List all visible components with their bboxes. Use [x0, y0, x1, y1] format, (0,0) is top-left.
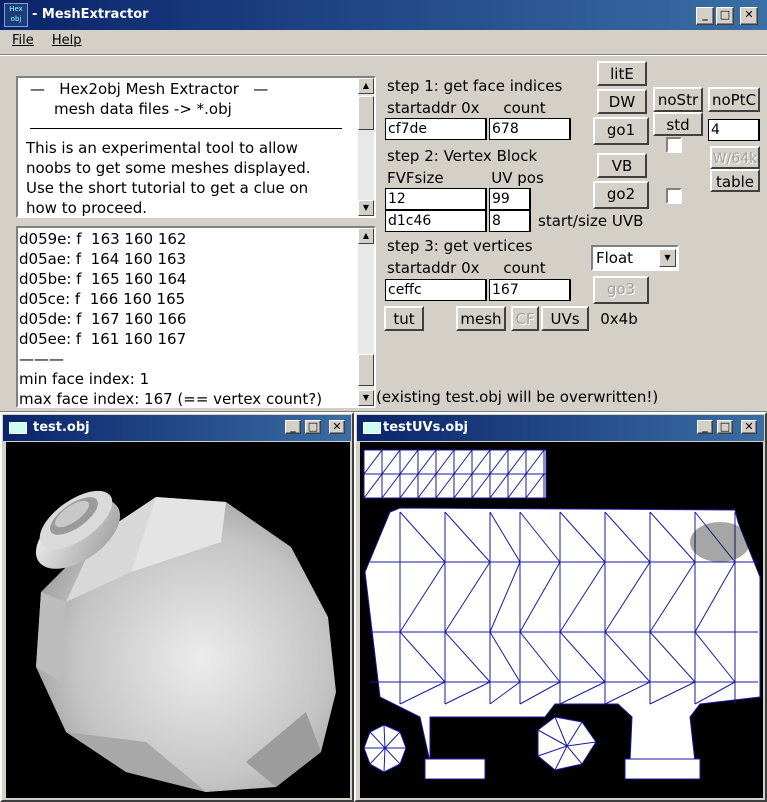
step1-labels: startaddr 0x count — [386, 98, 586, 118]
log-line: d05ee: f 161 160 167 — [19, 330, 187, 348]
window-title: - MeshExtractor — [32, 7, 149, 22]
std-value-input[interactable]: 4 — [708, 119, 760, 141]
info-line-3: This is an experimental tool to allow — [26, 139, 298, 157]
vb-button[interactable]: VB — [597, 153, 647, 178]
uvb-size-input[interactable]: 8 — [489, 210, 531, 232]
log-line: min face index: 1 — [19, 370, 150, 388]
mesh-button[interactable]: mesh — [456, 306, 506, 331]
log-textbox[interactable]: d059e: f 163 160 162 d05ae: f 164 160 16… — [16, 226, 376, 408]
uvb-start-input[interactable]: d1c46 — [385, 210, 487, 232]
info-divider — [30, 128, 342, 129]
scroll-down-icon[interactable]: ▼ — [358, 200, 374, 216]
cf-button[interactable]: CF — [511, 306, 539, 331]
log-line: d05be: f 165 160 164 — [19, 270, 187, 288]
chevron-down-icon[interactable]: ▼ — [659, 249, 676, 267]
go1-button[interactable]: go1 — [593, 117, 649, 145]
step2-labels: FVFsize UV pos — [386, 168, 586, 188]
step3-labels: startaddr 0x count — [386, 258, 586, 278]
info-scrollbar[interactable]: ▲ ▼ — [358, 78, 374, 216]
obj-window: test.obj _ □ ✕ — [0, 412, 354, 802]
scroll-thumb[interactable] — [358, 354, 374, 386]
close-button[interactable]: ✕ — [740, 7, 758, 25]
scroll-down-icon[interactable]: ▼ — [358, 390, 374, 406]
minimize-button[interactable]: _ — [696, 7, 714, 25]
info-line-4: noobs to get some meshes displayed. — [26, 159, 311, 177]
uvpos-input[interactable]: 99 — [489, 188, 531, 210]
log-line: ——— — [19, 350, 64, 368]
close-button[interactable]: ✕ — [741, 420, 757, 434]
scroll-up-icon[interactable]: ▲ — [358, 78, 374, 94]
info-textbox[interactable]: — Hex2obj Mesh Extractor — mesh data fil… — [16, 76, 376, 218]
w64k-button[interactable]: W/64k — [710, 146, 760, 169]
fvfsize-input[interactable]: 12 — [385, 188, 487, 210]
uv-window-title: testUVs.obj — [383, 420, 468, 435]
scroll-thumb[interactable] — [358, 96, 374, 130]
menu-separator — [0, 54, 767, 56]
overwrite-warning: (existing test.obj will be overwritten!) — [376, 387, 669, 407]
noptc-button[interactable]: noPtC — [708, 87, 760, 112]
obj-window-icon[interactable] — [9, 422, 27, 434]
uv-viewport[interactable] — [360, 442, 763, 798]
log-line: max face index: 167 (== vertex count?) — [19, 390, 323, 408]
go3-button[interactable]: go3 — [593, 276, 649, 304]
checkbox-2[interactable] — [666, 188, 682, 204]
uv-window-icon[interactable] — [363, 422, 381, 434]
maximize-button[interactable]: □ — [717, 420, 733, 434]
minimize-button[interactable]: _ — [697, 420, 713, 434]
main-titlebar: Hex obj - MeshExtractor _ □ ✕ — [0, 0, 767, 30]
info-line-6: how to proceed. — [26, 199, 148, 217]
type-select-value: Float — [596, 249, 634, 267]
uvb-label: start/size UVB — [536, 211, 646, 231]
std-button[interactable]: std — [653, 112, 703, 136]
uv-titlebar: testUVs.obj _ □ ✕ — [357, 415, 764, 441]
uvs-button[interactable]: UVs — [541, 306, 589, 331]
step1-startaddr-input[interactable]: cf7de — [385, 118, 487, 140]
app-icon[interactable]: Hex obj — [4, 3, 28, 27]
go2-button[interactable]: go2 — [593, 181, 649, 209]
log-line: d05de: f 167 160 166 — [19, 310, 187, 328]
step3-count-input[interactable]: 167 — [489, 279, 571, 301]
step3-startaddr-input[interactable]: ceffc — [385, 279, 487, 301]
menu-file[interactable]: File — [12, 33, 34, 48]
table-button[interactable]: table — [710, 169, 760, 192]
info-line-1: — Hex2obj Mesh Extractor — — [30, 80, 269, 98]
log-scrollbar[interactable]: ▲ ▼ — [358, 228, 374, 406]
minimize-button[interactable]: _ — [285, 420, 301, 434]
close-button[interactable]: ✕ — [329, 420, 345, 434]
maximize-button[interactable]: □ — [716, 7, 734, 25]
scroll-up-icon[interactable]: ▲ — [358, 228, 374, 244]
step3-title: step 3: get vertices — [386, 236, 586, 256]
obj-titlebar: test.obj _ □ ✕ — [3, 415, 351, 441]
tut-button[interactable]: tut — [384, 306, 424, 331]
log-line: d05ae: f 164 160 163 — [19, 250, 187, 268]
maximize-button[interactable]: □ — [305, 420, 321, 434]
step2-title: step 2: Vertex Block — [386, 146, 586, 166]
menu-bar: File Help — [0, 30, 767, 52]
obj-window-title: test.obj — [33, 420, 90, 435]
info-line-2: mesh data files -> *.obj — [54, 100, 232, 118]
info-line-5: Use the short tutorial to get a clue on — [26, 179, 309, 197]
step1-title: step 1: get face indices — [386, 76, 586, 96]
nostr-button[interactable]: noStr — [653, 87, 703, 112]
hex-readout: 0x4b — [597, 309, 641, 329]
obj-3d-viewport[interactable] — [6, 442, 350, 798]
checkbox-1[interactable] — [666, 137, 682, 153]
lite-button[interactable]: litE — [597, 61, 647, 86]
log-line: d059e: f 163 160 162 — [19, 230, 187, 248]
step1-count-input[interactable]: 678 — [489, 118, 571, 140]
log-line: d05ce: f 166 160 165 — [19, 290, 186, 308]
uv-window: testUVs.obj _ □ ✕ — [354, 412, 767, 802]
dw-button[interactable]: DW — [597, 89, 647, 114]
type-select[interactable]: Float ▼ — [591, 245, 679, 271]
menu-help[interactable]: Help — [52, 33, 82, 48]
